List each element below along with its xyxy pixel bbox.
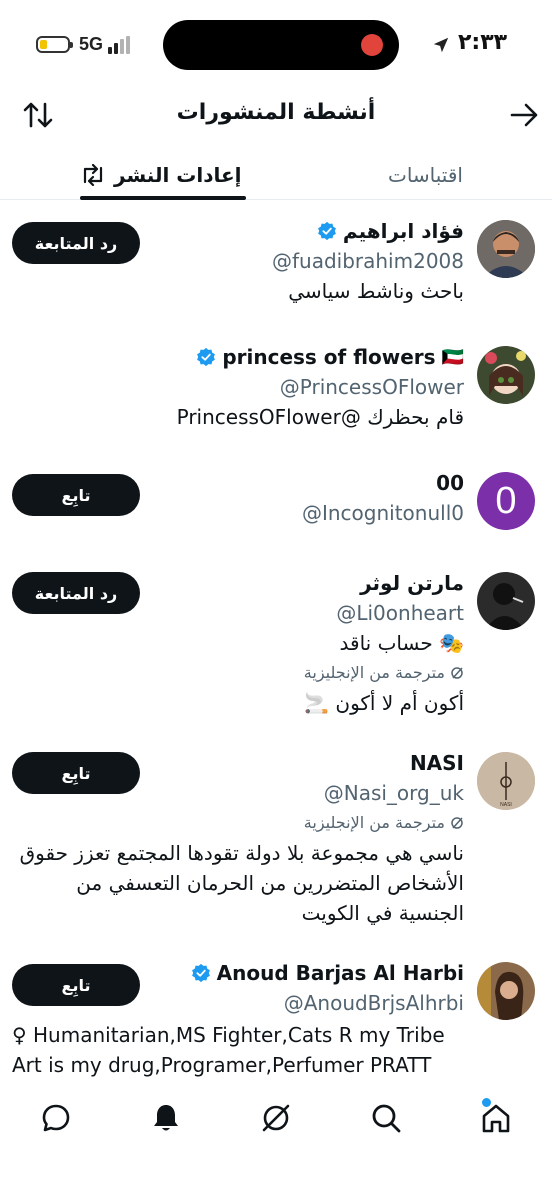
follow-button[interactable]: تابِع (12, 964, 140, 1006)
user-display-name: princess of flowers (222, 345, 436, 369)
follow-back-button[interactable]: رد المتابعة (12, 222, 140, 264)
user-display-name: مارتن لوثر (360, 571, 464, 595)
flag-icon: 🇰🇼 (441, 346, 464, 368)
search-icon[interactable] (370, 1102, 402, 1134)
recording-indicator-icon (361, 34, 383, 56)
verified-badge-icon (191, 963, 210, 983)
user-display-name: Anoud Barjas Al Harbi (216, 961, 464, 985)
translation-notice[interactable]: مترجمة من الإنجليزية (24, 658, 464, 688)
blocked-notice: قام بحظرك @PrincessOFlower (176, 405, 464, 429)
home-indicator-area (0, 1154, 552, 1200)
active-tab-indicator (80, 196, 246, 200)
clock: ٢:٣٣ (458, 30, 508, 55)
translation-label: مترجمة من الإنجليزية (303, 813, 445, 832)
svg-text:NASI: NASI (500, 802, 512, 808)
location-arrow-icon (433, 37, 449, 53)
translation-label: مترجمة من الإنجليزية (303, 663, 445, 682)
translate-icon (451, 817, 463, 829)
user-display-name: 00 (436, 471, 464, 495)
avatar[interactable] (477, 572, 535, 630)
follow-button[interactable]: تابِع (12, 752, 140, 794)
user-bio-translated: أكون أم لا أكون 🚬 (304, 691, 464, 715)
translate-icon (451, 667, 463, 679)
avatar[interactable] (477, 220, 535, 278)
avatar[interactable] (477, 962, 535, 1020)
user-handle: @PrincessOFlower (279, 375, 464, 399)
follow-back-button[interactable]: رد المتابعة (12, 572, 140, 614)
user-bio: باحث وناشط سياسي (288, 279, 464, 303)
avatar[interactable]: 0 (477, 472, 535, 530)
user-display-name: NASI (409, 751, 464, 775)
avatar[interactable] (477, 346, 535, 404)
page-title: أنشطة المنشورات (176, 100, 376, 125)
verified-badge-icon (197, 347, 216, 367)
tab-reposts-label: إعادات النشر (114, 163, 242, 187)
battery-icon (36, 36, 73, 53)
bottom-navigation (0, 1084, 552, 1154)
user-bio: ♀ Humanitarian,MS Fighter,Cats R my Trib… (12, 1023, 445, 1077)
notifications-bell-icon[interactable] (150, 1102, 182, 1134)
signal-icon (108, 36, 134, 54)
user-bio: ناسي هي مجموعة بلا دولة تقودها المجتمع ت… (19, 841, 464, 925)
verified-badge-icon (317, 221, 336, 241)
dynamic-island (163, 20, 399, 70)
messages-icon[interactable] (40, 1102, 72, 1134)
top-bar: أنشطة المنشورات (0, 92, 552, 140)
list-item[interactable]: Anoud Barjas Al Harbi @AnoudBrjsAlhrbi ♀… (0, 954, 552, 1084)
grok-icon[interactable] (260, 1102, 292, 1134)
user-bio: 🎭 حساب ناقد (339, 631, 464, 655)
tab-quotes[interactable]: اقتباسات (388, 152, 463, 198)
follow-button[interactable]: تابِع (12, 474, 140, 516)
back-arrow-icon[interactable] (508, 100, 540, 130)
status-bar: 5G ٢:٣٣ (0, 0, 552, 90)
tab-bar: اقتباسات إعادات النشر (0, 146, 552, 200)
network-type: 5G (79, 34, 104, 54)
avatar[interactable]: NASI (477, 752, 535, 810)
home-unread-dot (482, 1098, 491, 1107)
translation-notice[interactable]: مترجمة من الإنجليزية (24, 808, 464, 838)
tab-reposts[interactable]: إعادات النشر (80, 152, 242, 198)
repost-icon (83, 164, 103, 186)
avatar-letter: 0 (495, 479, 517, 522)
user-display-name: فؤاد ابراهيم (342, 219, 464, 243)
tab-quotes-label: اقتباسات (388, 163, 463, 187)
